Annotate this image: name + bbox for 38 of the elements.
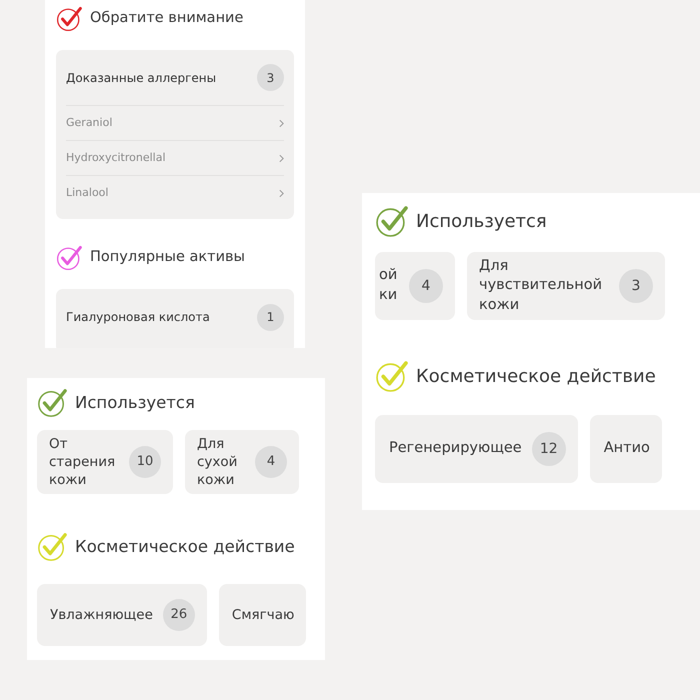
count-badge: 3 <box>619 269 653 303</box>
count-badge: 1 <box>257 304 284 330</box>
section-title: Популярные активы <box>90 248 245 268</box>
chip-label: Смягчаю <box>232 606 294 624</box>
chip-label: ой ки <box>379 266 398 305</box>
category-chip[interactable]: Антио <box>590 415 662 483</box>
chip-label: Для чувствительной кожи <box>479 256 604 315</box>
chip-label: Увлажняющее <box>50 606 153 624</box>
category-chip[interactable]: ой ки 4 <box>375 252 455 320</box>
chip-label: Для сухой кожи <box>197 434 238 490</box>
chevron-right-icon <box>279 154 284 162</box>
chip-label: Антио <box>604 439 650 458</box>
category-chip[interactable]: Регенерирующее 12 <box>375 415 578 483</box>
chevron-right-icon <box>279 189 284 198</box>
ingredient-name: Hydroxycitronellal <box>66 150 166 166</box>
ingredient-name: Linalool <box>66 185 108 202</box>
count-badge: 4 <box>409 269 443 303</box>
chip-label: От старения кожи <box>49 434 116 490</box>
count-badge: 10 <box>129 446 161 478</box>
count-badge: 3 <box>257 64 284 91</box>
section-title: Косметическое действие <box>75 536 295 558</box>
category-title: Доказанные аллергены <box>66 70 216 86</box>
chip-label: Регенерирующее <box>389 439 522 458</box>
count-badge: 26 <box>162 599 195 631</box>
section-title: Используется <box>416 210 547 234</box>
section-title: Используется <box>75 392 195 414</box>
category-chip[interactable]: От старения кожи 10 <box>37 430 173 494</box>
chevron-right-icon <box>279 118 284 128</box>
count-badge: 4 <box>255 446 287 478</box>
ingredient-name: Geraniol <box>66 114 112 131</box>
count-badge: 12 <box>532 432 566 466</box>
section-title: Обратите внимание <box>90 9 244 28</box>
category-chip[interactable]: Для чувствительной кожи 3 <box>467 252 665 320</box>
category-chip[interactable]: Для сухой кожи 4 <box>185 430 299 494</box>
category-chip[interactable]: Смягчаю <box>218 584 306 646</box>
section-title: Косметическое действие <box>416 365 656 389</box>
category-title: Гиалуроновая кислота <box>66 309 210 326</box>
category-chip[interactable]: Увлажняющее 26 <box>37 584 207 646</box>
